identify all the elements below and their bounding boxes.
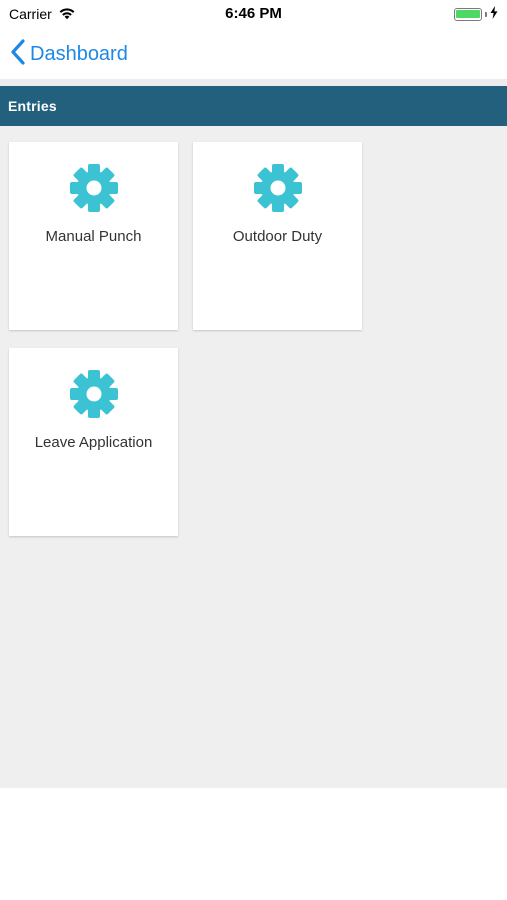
tile-outdoor-duty[interactable]: Outdoor Duty xyxy=(193,142,362,330)
nav-divider xyxy=(0,79,507,86)
nav-bar: Dashboard xyxy=(0,28,507,80)
back-label: Dashboard xyxy=(30,42,128,65)
tile-label: Manual Punch xyxy=(45,228,142,245)
tile-label: Outdoor Duty xyxy=(232,228,323,245)
chevron-left-icon xyxy=(10,38,26,70)
battery-icon xyxy=(454,7,482,21)
gear-icon xyxy=(68,368,120,420)
section-title: Entries xyxy=(8,98,57,114)
tile-manual-punch[interactable]: Manual Punch xyxy=(9,142,178,330)
status-bar: Carrier 6:46 PM xyxy=(0,0,507,28)
battery-fill xyxy=(456,9,480,19)
gear-icon xyxy=(68,162,120,214)
gear-icon xyxy=(252,162,304,214)
section-header: Entries xyxy=(0,86,507,126)
back-button[interactable]: Dashboard xyxy=(10,38,128,70)
tiles-grid: Manual Punch Outdoor Duty Leave Applicat… xyxy=(0,126,507,788)
status-time: 6:46 PM xyxy=(225,5,282,22)
tile-leave-application[interactable]: Leave Application xyxy=(9,348,178,536)
tile-label: Leave Application xyxy=(34,434,153,451)
app-screen: Carrier 6:46 PM Dashboard Entries Manual… xyxy=(0,0,507,900)
